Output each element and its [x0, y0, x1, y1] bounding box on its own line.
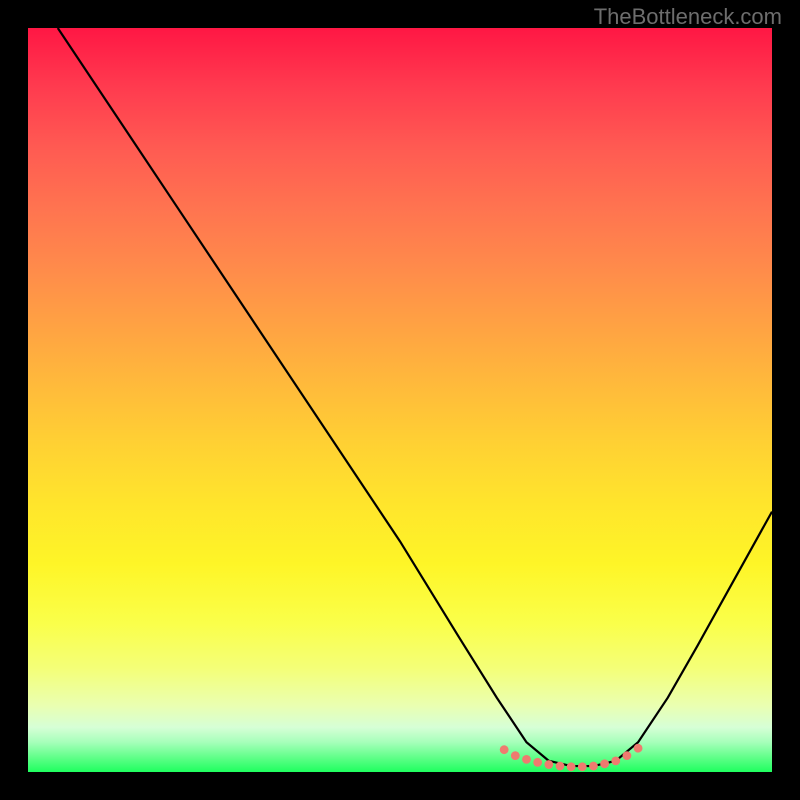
dotted-point [589, 762, 598, 771]
dotted-point [567, 762, 576, 771]
dotted-point [544, 760, 553, 769]
dotted-point [611, 756, 620, 765]
chart-svg [28, 28, 772, 772]
dotted-point [600, 759, 609, 768]
dotted-point [511, 751, 520, 760]
bottleneck-curve-line [58, 28, 772, 766]
dotted-point [533, 758, 542, 767]
dotted-point [623, 751, 632, 760]
dotted-point [578, 762, 587, 771]
dotted-point [500, 745, 509, 754]
watermark-text: TheBottleneck.com [594, 4, 782, 30]
dotted-point [522, 755, 531, 764]
dotted-point [634, 744, 643, 753]
dotted-point [556, 762, 565, 771]
plot-area [28, 28, 772, 772]
